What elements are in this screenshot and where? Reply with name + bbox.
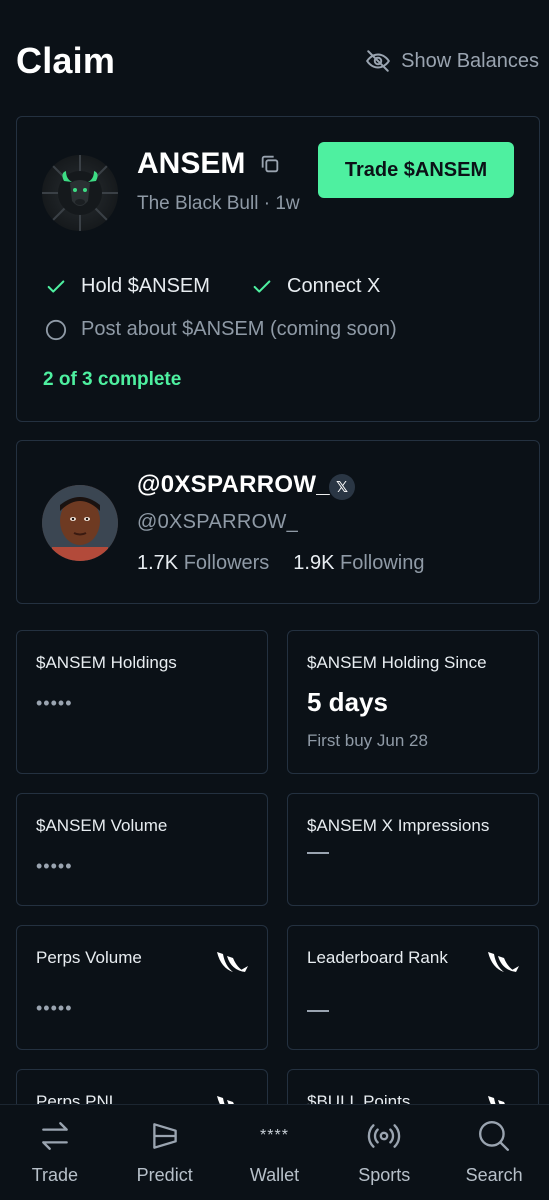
nav-label: Predict (136, 1165, 193, 1185)
followers-stat: 1.7K Followers (137, 552, 269, 575)
following-label: Following (340, 552, 425, 574)
show-balances-label: Show Balances (401, 49, 539, 72)
nav-label: Trade (31, 1165, 79, 1185)
nav-label: Wallet (249, 1165, 300, 1185)
nav-label: Search (465, 1165, 523, 1185)
task-label: Connect X (287, 275, 381, 297)
follow-stats: 1.7K Followers 1.9K Following (137, 552, 425, 575)
page-title: Claim (16, 40, 116, 81)
stat-label: $ANSEM Holding Since (307, 653, 487, 672)
followers-label: Followers (183, 552, 270, 574)
wing-logo-icon (488, 952, 519, 972)
masked-value: ••••• (36, 856, 73, 876)
avatar (42, 485, 118, 561)
task-hold-token: Hold $ANSEM (45, 275, 210, 298)
claim-card: ANSEM The Black Bull · 1w Trade $ANSEM H… (16, 116, 540, 422)
task-connect-x: Connect X (251, 275, 380, 298)
stat-card-perps-volume: Perps Volume ••••• (16, 925, 268, 1050)
progress-text: 2 of 3 complete (43, 369, 182, 390)
stat-label: $ANSEM Holdings (36, 653, 177, 672)
profile-display-name: @0XSPARROW_ (137, 471, 330, 498)
nav-item-search[interactable]: Search (439, 1105, 549, 1200)
stat-card-x-impressions: $ANSEM X Impressions (287, 793, 539, 906)
stat-label: Leaderboard Rank (307, 948, 448, 967)
token-avatar (42, 155, 118, 231)
stat-label: $ANSEM Volume (36, 816, 168, 835)
stat-subtext: First buy Jun 28 (307, 731, 428, 750)
broadcast-icon (368, 1124, 401, 1148)
profile-photo (42, 485, 118, 561)
stat-label: Perps Volume (36, 948, 142, 967)
profile-card: @0XSPARROW_ 𝕏 @0XSPARROW_ 1.7K Followers… (16, 440, 540, 604)
show-balances-toggle[interactable]: Show Balances (365, 48, 539, 74)
stat-card-holding-since: $ANSEM Holding Since 5 days First buy Ju… (287, 630, 539, 774)
stat-card-holdings: $ANSEM Holdings ••••• (16, 630, 268, 774)
nav-item-wallet[interactable]: **** Wallet (220, 1105, 330, 1200)
followers-count: 1.7K (137, 552, 179, 574)
eye-off-icon (366, 50, 391, 72)
bottom-nav: Trade Predict **** Wallet Sports Search (0, 1104, 549, 1200)
token-name: ANSEM (137, 147, 246, 180)
claim-page: Claim Show Balances ANSEM The Black Bull… (0, 0, 549, 1200)
trade-token-button[interactable]: Trade $ANSEM (318, 142, 514, 198)
predict-icon (152, 1123, 177, 1149)
task-post-about-token: Post about $ANSEM (coming soon) (45, 318, 397, 341)
nav-item-trade[interactable]: Trade (0, 1105, 110, 1200)
x-logo-icon: 𝕏 (329, 474, 355, 500)
check-icon (253, 279, 271, 293)
following-stat: 1.9K Following (293, 552, 424, 575)
following-count: 1.9K (293, 552, 335, 574)
masked-balance-icon: **** (260, 1127, 289, 1144)
wing-logo-icon (217, 952, 248, 972)
task-label: Post about $ANSEM (coming soon) (81, 318, 397, 340)
token-subtitle: The Black Bull · 1w (137, 193, 300, 214)
empty-value-dash (307, 852, 329, 854)
swap-arrows-icon (42, 1122, 68, 1150)
task-label: Hold $ANSEM (81, 275, 210, 297)
search-icon (479, 1121, 510, 1151)
check-icon (47, 279, 65, 293)
stat-value: 5 days (307, 687, 388, 717)
masked-value: ••••• (36, 998, 73, 1018)
stat-card-volume: $ANSEM Volume ••••• (16, 793, 268, 906)
bull-logo-icon (42, 155, 118, 231)
empty-circle-icon (45, 319, 67, 340)
nav-label: Sports (358, 1165, 411, 1185)
empty-value-dash (307, 1010, 329, 1012)
copy-icon[interactable] (259, 153, 281, 175)
nav-item-sports[interactable]: Sports (329, 1105, 439, 1200)
stat-label: $ANSEM X Impressions (307, 816, 490, 835)
profile-handle: @0XSPARROW_ (137, 511, 299, 533)
header: Claim Show Balances (0, 0, 549, 110)
stat-card-leaderboard-rank: Leaderboard Rank (287, 925, 539, 1050)
nav-item-predict[interactable]: Predict (110, 1105, 220, 1200)
masked-value: ••••• (36, 693, 73, 713)
